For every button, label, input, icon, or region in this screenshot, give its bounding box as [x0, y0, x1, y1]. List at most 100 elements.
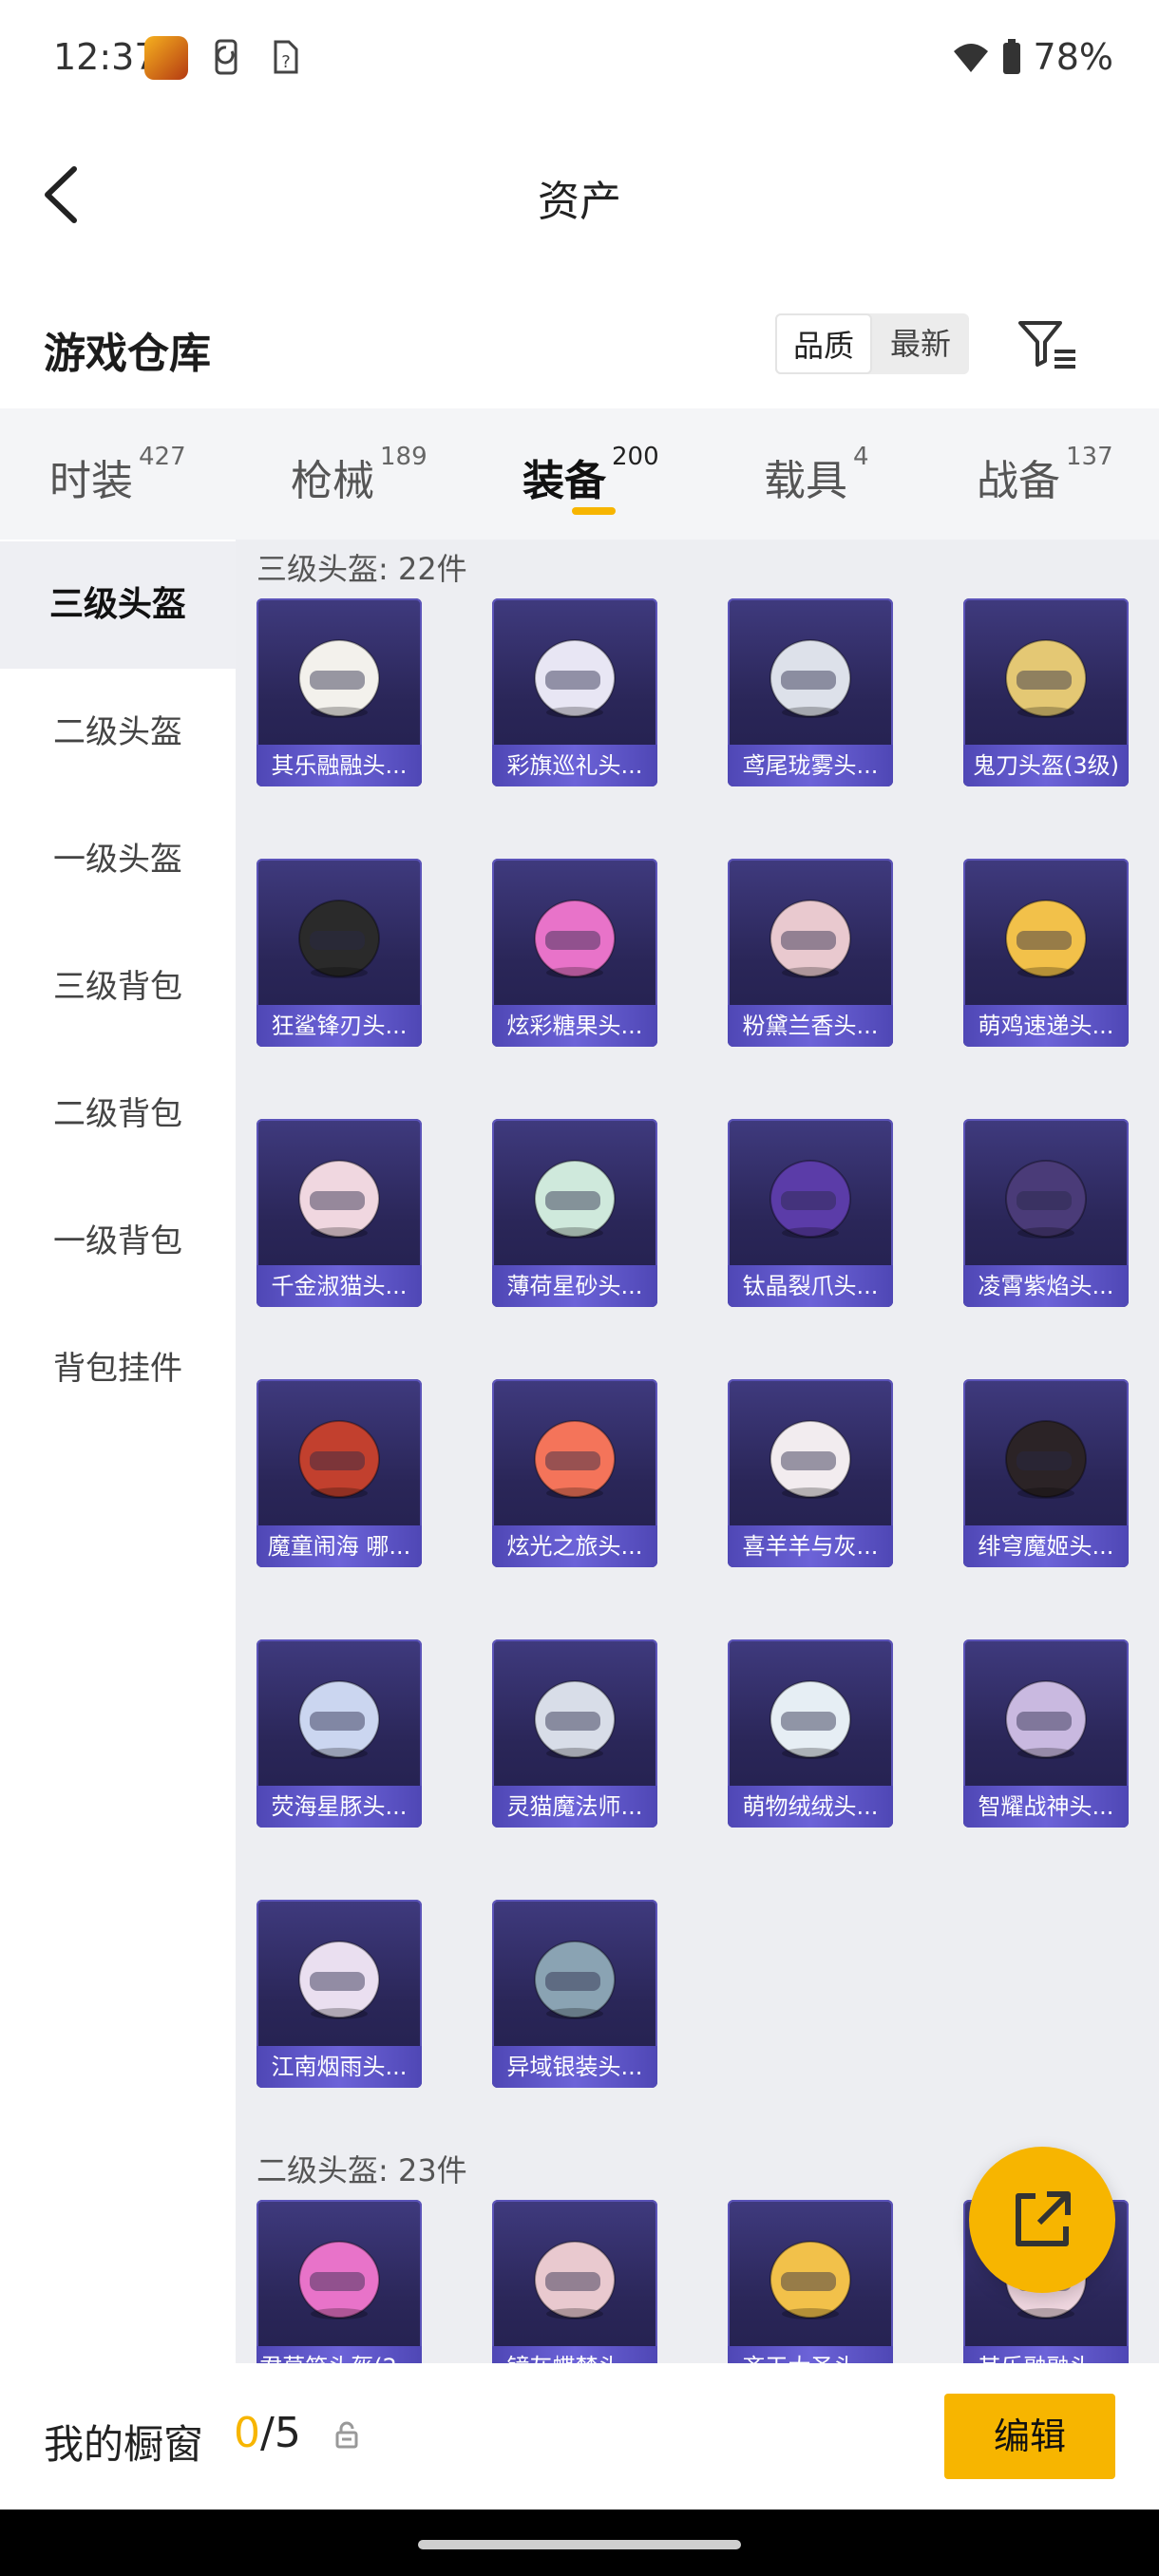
section-heading: 三级头盔: 22件: [256, 551, 467, 587]
item-card[interactable]: 萌物绒绒头...: [728, 1639, 893, 1828]
item-name: 荧海星豚头...: [256, 1786, 422, 1828]
tab-vehicles[interactable]: 载具 4: [764, 443, 869, 507]
phone-sync-icon: [215, 39, 238, 75]
tab-fashion[interactable]: 时装 427: [49, 443, 186, 507]
item-name: 钛晶裂爪头...: [728, 1265, 893, 1307]
helmet-icon: [298, 900, 380, 978]
helmet-icon: [534, 1160, 616, 1239]
warehouse-title: 游戏仓库: [44, 330, 211, 378]
item-card[interactable]: 镜灰蝶梦头...: [492, 2200, 657, 2363]
helmet-icon: [534, 1420, 616, 1499]
status-right-group: 78%: [952, 36, 1113, 78]
sort-newest-button[interactable]: 最新: [872, 313, 969, 374]
tab-label: 枪械: [291, 457, 374, 505]
item-card[interactable]: 其乐融融头...: [256, 598, 422, 786]
tab-count: 4: [853, 443, 869, 471]
item-card[interactable]: 狂鲨锋刃头...: [256, 859, 422, 1047]
helmet-icon: [298, 1941, 380, 2019]
item-grid: 三级头盔: 22件其乐融融头... 彩旗巡礼头... 鸢尾珑雾头... 鬼刀头盔(3级…: [236, 540, 1159, 2363]
item-card[interactable]: 君莫笑头盔(2...: [256, 2200, 422, 2363]
battery-icon: [1002, 39, 1020, 74]
item-card[interactable]: 异域银装头...: [492, 1900, 657, 2088]
item-card[interactable]: 喜羊羊与灰...: [728, 1379, 893, 1567]
helmet-icon: [534, 2241, 616, 2320]
helmet-icon: [298, 1680, 380, 1759]
tab-label: 装备: [522, 457, 606, 505]
sort-toggle: 品质 最新: [775, 313, 969, 374]
sidebar-item-lv1-helmet[interactable]: 一级头盔: [0, 796, 236, 923]
item-card[interactable]: 绯穹魔姬头...: [963, 1379, 1129, 1567]
item-name: 其乐融融头...: [963, 2346, 1129, 2363]
sidebar-item-lv3-helmet[interactable]: 三级头盔: [0, 541, 236, 669]
battery-percent: 78%: [1033, 36, 1113, 78]
item-card[interactable]: 炫彩糖果头...: [492, 859, 657, 1047]
helmet-icon: [534, 639, 616, 718]
item-card[interactable]: 鬼刀头盔(3级): [963, 598, 1129, 786]
item-card[interactable]: 炫光之旅头...: [492, 1379, 657, 1567]
item-card[interactable]: 萌鸡速递头...: [963, 859, 1129, 1047]
home-gesture-handle[interactable]: [418, 2540, 741, 2549]
active-tab-indicator: [572, 507, 616, 515]
sidebar-item-lv3-backpack[interactable]: 三级背包: [0, 923, 236, 1051]
tab-supplies[interactable]: 战备 137: [977, 443, 1113, 507]
item-name: 凌霄紫焰头...: [963, 1265, 1129, 1307]
helmet-icon: [534, 1680, 616, 1759]
section-heading: 二级头盔: 23件: [256, 2152, 467, 2188]
sidebar-item-backpack-pendant[interactable]: 背包挂件: [0, 1305, 236, 1432]
sidebar-item-lv1-backpack[interactable]: 一级背包: [0, 1178, 236, 1305]
item-card[interactable]: 智耀战神头...: [963, 1639, 1129, 1828]
item-name: 魔童闹海 哪...: [256, 1525, 422, 1567]
item-name: 异域银装头...: [492, 2046, 657, 2088]
helmet-icon: [298, 1420, 380, 1499]
item-card[interactable]: 千金淑猫头...: [256, 1119, 422, 1307]
item-name: 千金淑猫头...: [256, 1265, 422, 1307]
sort-quality-button[interactable]: 品质: [775, 313, 872, 374]
item-name: 江南烟雨头...: [256, 2046, 422, 2088]
item-card[interactable]: 灵猫魔法师...: [492, 1639, 657, 1828]
sidebar-item-lv2-backpack[interactable]: 二级背包: [0, 1051, 236, 1178]
game-app-icon: [144, 36, 188, 80]
helmet-icon: [770, 900, 851, 978]
tab-guns[interactable]: 枪械 189: [291, 443, 428, 507]
item-name: 鬼刀头盔(3级): [963, 745, 1129, 786]
item-name: 粉黛兰香头...: [728, 1005, 893, 1047]
item-card[interactable]: 粉黛兰香头...: [728, 859, 893, 1047]
item-name: 齐天大圣头...: [728, 2346, 893, 2363]
item-card[interactable]: 荧海星豚头...: [256, 1639, 422, 1828]
item-card[interactable]: 凌霄紫焰头...: [963, 1119, 1129, 1307]
item-card[interactable]: 薄荷星砂头...: [492, 1119, 657, 1307]
wifi-icon: [953, 44, 988, 72]
item-card[interactable]: 鸢尾珑雾头...: [728, 598, 893, 786]
item-name: 鸢尾珑雾头...: [728, 745, 893, 786]
helmet-icon: [1005, 1160, 1087, 1239]
item-name: 智耀战神头...: [963, 1786, 1129, 1828]
helmet-icon: [298, 2241, 380, 2320]
filter-icon[interactable]: [1015, 315, 1081, 372]
helmet-icon: [770, 2241, 851, 2320]
item-card[interactable]: 齐天大圣头...: [728, 2200, 893, 2363]
item-card[interactable]: 钛晶裂爪头...: [728, 1119, 893, 1307]
helmet-icon: [1005, 1420, 1087, 1499]
item-card[interactable]: 彩旗巡礼头...: [492, 598, 657, 786]
item-name: 彩旗巡礼头...: [492, 745, 657, 786]
tab-equipment[interactable]: 装备 200: [522, 443, 659, 507]
helmet-icon: [298, 1160, 380, 1239]
item-card[interactable]: 魔童闹海 哪...: [256, 1379, 422, 1567]
sim-unknown-icon: ?: [274, 40, 298, 74]
tab-count: 137: [1066, 443, 1113, 471]
helmet-icon: [534, 1941, 616, 2019]
sidebar-item-lv2-helmet[interactable]: 二级头盔: [0, 669, 236, 796]
tab-label: 时装: [49, 457, 133, 505]
item-name: 炫光之旅头...: [492, 1525, 657, 1567]
item-name: 其乐融融头...: [256, 745, 422, 786]
item-name: 喜羊羊与灰...: [728, 1525, 893, 1567]
item-name: 狂鲨锋刃头...: [256, 1005, 422, 1047]
share-fab[interactable]: [969, 2147, 1115, 2293]
tab-label: 战备: [977, 457, 1060, 505]
tab-count: 200: [612, 443, 659, 471]
external-link-icon: [1016, 2191, 1071, 2246]
showcase-total: /5: [260, 2409, 301, 2457]
helmet-icon: [770, 1160, 851, 1239]
item-card[interactable]: 江南烟雨头...: [256, 1900, 422, 2088]
edit-button[interactable]: 编辑: [944, 2394, 1115, 2479]
